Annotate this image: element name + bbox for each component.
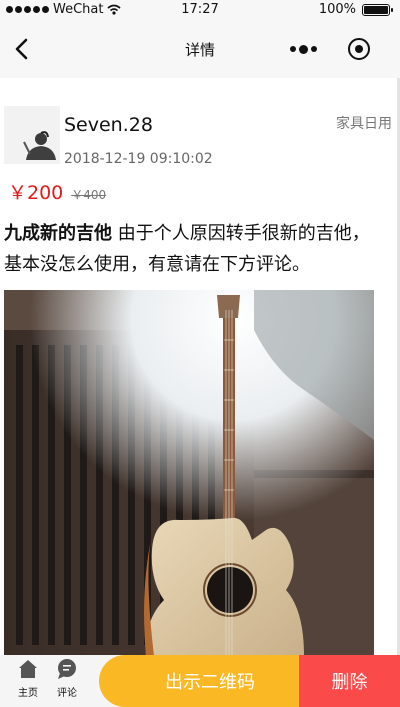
post-timestamp: 2018-12-19 09:10:02 — [64, 151, 213, 167]
category-tag: 家具日用 — [336, 116, 392, 132]
battery-icon — [362, 3, 393, 16]
status-right: 100% — [318, 2, 393, 17]
post-title: 九成新的吉他 — [4, 223, 112, 244]
price-row: ￥200 ￥400 — [8, 178, 106, 205]
mini-program-capsule — [276, 30, 386, 68]
delete-button[interactable]: 删除 — [299, 655, 400, 707]
current-price: ￥200 — [8, 182, 64, 204]
status-bar: WeChat 17:27 100% — [0, 0, 400, 20]
original-price: ￥400 — [71, 188, 107, 202]
comment-icon — [58, 659, 76, 679]
battery-percent: 100% — [318, 2, 356, 17]
avatar[interactable] — [4, 106, 60, 164]
home-icon — [19, 660, 37, 678]
username[interactable]: Seven.28 — [64, 114, 153, 136]
show-qrcode-button[interactable]: 出示二维码 — [99, 655, 321, 707]
tab-comment[interactable]: 评论 — [49, 658, 85, 706]
nav-bar: 详情 — [0, 20, 400, 78]
tab-home-label: 主页 — [18, 688, 38, 699]
tab-comment-label: 评论 — [57, 688, 77, 699]
target-circle-icon[interactable] — [331, 38, 386, 60]
post-description: 九成新的吉他 由于个人原因转手很新的吉他，基本没怎么使用，有意请在下方评论。 — [4, 218, 386, 280]
more-dots-icon[interactable] — [276, 44, 331, 54]
product-image[interactable] — [4, 290, 374, 656]
tab-home[interactable]: 主页 — [10, 658, 46, 706]
